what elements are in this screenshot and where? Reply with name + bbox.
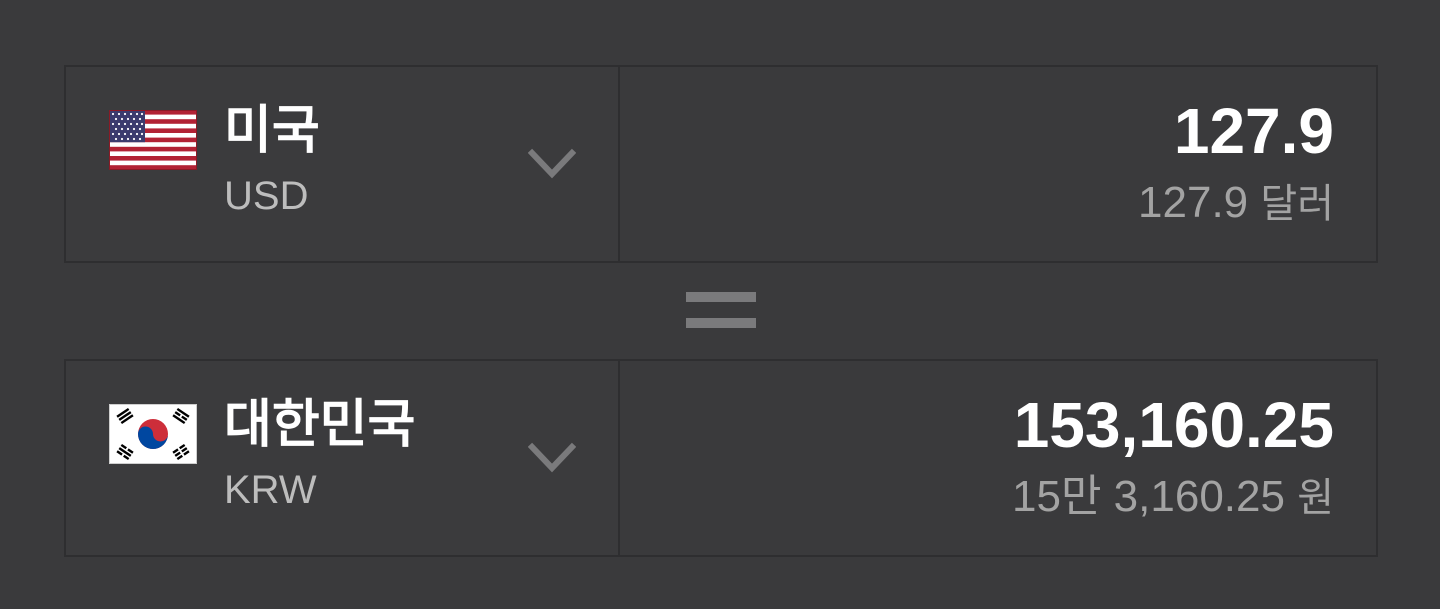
from-currency-selector[interactable]: 미국 USD	[66, 67, 620, 261]
from-amount-words-number: 127.9	[1138, 178, 1249, 227]
currency-converter: 미국 USD 127.9 127.9 달러 대한민국 KRW 153,160.2…	[0, 0, 1440, 609]
to-amount-words-unit: 원	[1297, 475, 1334, 521]
from-country-name: 미국	[224, 101, 320, 161]
to-amount-field[interactable]: 153,160.25 15만 3,160.25 원	[620, 361, 1376, 555]
to-amount-value: 153,160.25	[1013, 389, 1334, 461]
to-amount-in-words: 15만 3,160.25 원	[1012, 471, 1334, 524]
to-country-name: 대한민국	[224, 395, 416, 455]
equals-icon	[686, 292, 756, 328]
from-amount-words-unit: 달러	[1260, 181, 1334, 227]
from-currency-card: 미국 USD 127.9 127.9 달러	[64, 65, 1378, 263]
from-amount-value: 127.9	[1173, 95, 1334, 167]
chevron-down-icon[interactable]	[528, 147, 576, 181]
from-amount-field[interactable]: 127.9 127.9 달러	[620, 67, 1376, 261]
to-currency-card: 대한민국 KRW 153,160.25 15만 3,160.25 원	[64, 359, 1378, 557]
from-amount-in-words: 127.9 달러	[1138, 177, 1334, 230]
chevron-down-icon[interactable]	[528, 441, 576, 475]
to-currency-code: KRW	[224, 468, 317, 512]
kr-flag-icon	[109, 404, 197, 464]
to-currency-selector[interactable]: 대한민국 KRW	[66, 361, 620, 555]
from-currency-code: USD	[224, 174, 309, 218]
us-flag-icon	[109, 110, 197, 170]
to-amount-words-number: 15만 3,160.25	[1012, 472, 1285, 521]
